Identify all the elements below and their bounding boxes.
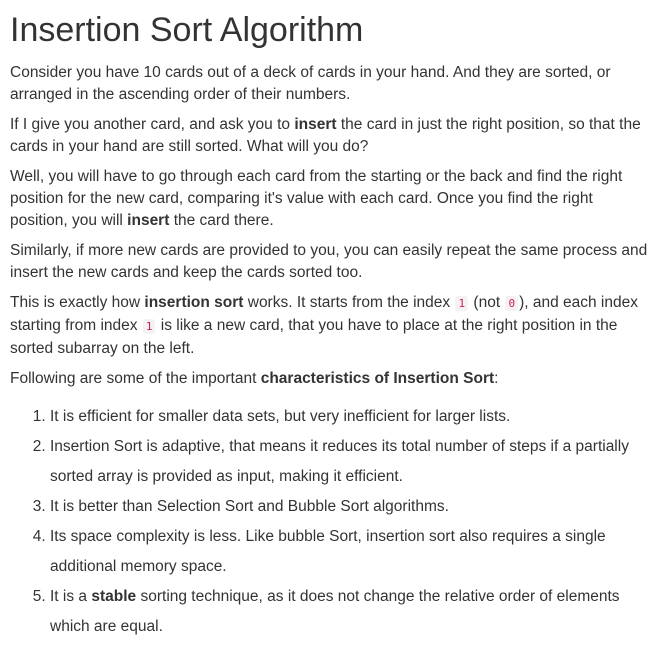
bold-term: insert [294, 116, 337, 133]
inline-code: 1 [142, 319, 156, 334]
paragraph-insert-card: If I give you another card, and ask you … [10, 114, 648, 158]
paragraph-intro: Consider you have 10 cards out of a deck… [10, 64, 611, 103]
text-span: This is exactly how [10, 294, 145, 311]
text-span: Following are some of the important [10, 370, 261, 387]
page-title: Insertion Sort Algorithm [10, 11, 364, 49]
text-span: If I give you another card, and ask you … [10, 116, 295, 133]
list-item: It is efficient for smaller data sets, b… [50, 402, 648, 432]
list-item: It is better than Selection Sort and Bub… [50, 492, 648, 522]
list-item: Its space complexity is less. Like bubbl… [50, 522, 648, 582]
bold-term: stable [91, 588, 137, 605]
inline-code: 1 [455, 296, 469, 311]
paragraph-how-it-works: This is exactly how insertion sort works… [10, 292, 648, 360]
text-span: the card there. [169, 212, 274, 229]
text-span: (not [469, 294, 505, 311]
bold-term: insert [127, 212, 170, 229]
bold-term: insertion sort [144, 294, 244, 311]
list-item: Insertion Sort is adaptive, that means i… [50, 432, 648, 492]
paragraph-characteristics: Following are some of the important char… [10, 368, 648, 390]
bold-term: characteristics of Insertion Sort [260, 370, 495, 387]
paragraph-repeat: Similarly, if more new cards are provide… [10, 242, 648, 281]
article: Insertion Sort Algorithm Consider you ha… [0, 10, 656, 642]
paragraph-find-position: Well, you will have to go through each c… [10, 166, 648, 232]
text-span: works. It starts from the index [243, 294, 455, 311]
text-span: sorting technique, as it does not change… [50, 588, 620, 635]
characteristics-list: It is efficient for smaller data sets, b… [10, 402, 648, 642]
inline-code: 0 [505, 296, 519, 311]
list-item: It is a stable sorting technique, as it … [50, 582, 648, 642]
text-span: It is a [50, 588, 92, 605]
text-span: : [494, 370, 499, 387]
text-span: Well, you will have to go through each c… [10, 168, 623, 229]
